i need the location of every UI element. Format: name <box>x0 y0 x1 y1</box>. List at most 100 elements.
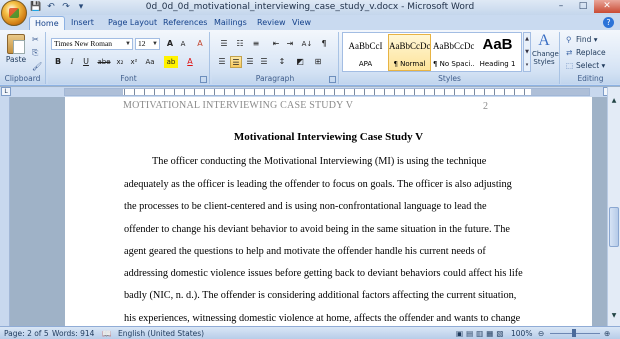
font-color-button[interactable]: A <box>184 56 196 68</box>
line-spacing-button[interactable]: ↕ <box>276 56 288 68</box>
style-sample: AaB <box>482 36 513 53</box>
document-area: MOTIVATIONAL INTERVIEWING CASE STUDY V 2… <box>0 97 607 326</box>
document-page[interactable]: MOTIVATIONAL INTERVIEWING CASE STUDY V 2… <box>65 97 592 326</box>
paragraph-line: his experiences, witnessing domestic vio… <box>124 313 521 324</box>
format-painter-icon[interactable]: 🖌 <box>32 62 42 71</box>
paste-button[interactable]: Paste <box>4 34 28 64</box>
decrease-indent-button[interactable]: ⇤ <box>270 38 282 50</box>
vertical-scrollbar[interactable]: ▲ ▼ <box>607 87 620 326</box>
horizontal-ruler[interactable] <box>64 88 590 96</box>
style-apa[interactable]: AaBbCcI APA <box>344 34 387 71</box>
shrink-font-button[interactable]: A <box>177 38 189 50</box>
ribbon-tabs: Home Insert Page Layout References Maili… <box>0 15 620 30</box>
tab-insert[interactable]: Insert <box>66 16 99 30</box>
scroll-thumb[interactable] <box>609 207 619 247</box>
styles-scroll[interactable]: ▲ ▼ ▾ <box>523 32 531 72</box>
sort-button[interactable]: A↓ <box>300 38 314 50</box>
style-heading-1[interactable]: AaB Heading 1 <box>476 34 519 71</box>
bold-button[interactable]: B <box>52 56 64 68</box>
show-marks-button[interactable]: ¶ <box>318 38 330 50</box>
vertical-ruler <box>0 97 10 326</box>
zoom-slider-thumb[interactable] <box>572 329 576 337</box>
language-status[interactable]: English (United States) <box>118 329 204 338</box>
tab-review[interactable]: Review <box>252 16 291 30</box>
select-button[interactable]: ⬚ Select ▾ <box>566 61 605 70</box>
tab-page-layout[interactable]: Page Layout <box>103 16 162 30</box>
strikethrough-button[interactable]: abe <box>96 56 112 68</box>
binoculars-icon: ⚲ <box>566 35 572 44</box>
paragraph-line: the processes to be client-centered and … <box>124 201 487 212</box>
tab-selector-icon[interactable]: L <box>1 87 11 96</box>
align-left-button[interactable]: ☰ <box>216 56 228 68</box>
styles-group-label: Styles <box>340 74 559 84</box>
subscript-button[interactable]: x₂ <box>114 56 126 68</box>
replace-button[interactable]: ⇄ Replace <box>566 48 606 57</box>
paragraph-line: adequately as the officer is leading the… <box>124 179 512 190</box>
word-count[interactable]: Words: 914 <box>52 329 94 338</box>
style-sample: AaBbCcDc <box>389 41 430 51</box>
underline-button[interactable]: U <box>80 56 92 68</box>
change-styles-icon: A <box>538 32 550 49</box>
clear-formatting-button[interactable]: A <box>194 38 206 50</box>
status-bar: Page: 2 of 5 Words: 914 📖 English (Unite… <box>0 326 620 339</box>
paste-label: Paste <box>5 55 27 64</box>
style-sample: AaBbCcDc <box>433 41 474 51</box>
paragraph-group: ☰ ☷ ≡ ⇤ ⇥ A↓ ¶ ☰ ☰ ☰ ☰ ↕ ◩ ⊞ Paragraph <box>212 32 339 84</box>
minimize-button[interactable]: – <box>550 0 572 13</box>
maximize-button[interactable]: □ <box>572 0 594 13</box>
style-no-spacing[interactable]: AaBbCcDc ¶ No Spaci... <box>432 34 475 71</box>
align-right-button[interactable]: ☰ <box>244 56 256 68</box>
proofing-icon[interactable]: 📖 <box>102 329 111 338</box>
change-styles-button[interactable]: A Change Styles <box>532 32 559 66</box>
font-size-combo[interactable]: 12 ▼ <box>135 38 160 50</box>
paragraph-line: offender to change his deviant behavior … <box>124 224 510 235</box>
window-controls: – □ ✕ <box>550 0 620 13</box>
tab-mailings[interactable]: Mailings <box>209 16 252 30</box>
scroll-down-icon[interactable]: ▼ <box>609 312 619 322</box>
grow-font-button[interactable]: A <box>164 38 176 50</box>
replace-label: Replace <box>576 48 606 57</box>
font-size-value: 12 <box>138 39 146 48</box>
change-case-button[interactable]: Aa <box>143 56 157 68</box>
select-label: Select <box>576 61 600 70</box>
style-name: ¶ No Spaci... <box>433 60 474 68</box>
zoom-in-icon[interactable]: ⊕ <box>604 329 610 338</box>
increase-indent-button[interactable]: ⇥ <box>284 38 296 50</box>
shading-button[interactable]: ◩ <box>294 56 306 68</box>
close-button[interactable]: ✕ <box>594 0 620 13</box>
tab-references[interactable]: References <box>158 16 212 30</box>
style-normal[interactable]: AaBbCcDc ¶ Normal <box>388 34 431 71</box>
scroll-up-icon[interactable]: ▲ <box>609 97 619 107</box>
center-button[interactable]: ☰ <box>230 56 242 68</box>
replace-icon: ⇄ <box>566 48 573 57</box>
justify-button[interactable]: ☰ <box>258 56 270 68</box>
paragraph-group-label: Paragraph <box>212 74 338 84</box>
change-styles-label: Change Styles <box>532 50 559 66</box>
document-title: Motivational Interviewing Case Study V <box>233 131 424 143</box>
paragraph-line: agent geared the questions to help and m… <box>124 246 486 257</box>
cut-icon[interactable]: ✂ <box>32 35 42 44</box>
help-icon[interactable]: ? <box>603 17 614 28</box>
highlight-button[interactable]: ab <box>164 56 178 68</box>
multilevel-list-button[interactable]: ≡ <box>250 38 262 50</box>
find-button[interactable]: ⚲ Find ▾ <box>566 35 598 44</box>
paragraph-dialog-launcher-icon[interactable] <box>329 76 336 83</box>
bullets-button[interactable]: ☰ <box>218 38 230 50</box>
page-count[interactable]: Page: 2 of 5 <box>4 329 49 338</box>
italic-button[interactable]: I <box>66 56 78 68</box>
font-dialog-launcher-icon[interactable] <box>200 76 207 83</box>
numbering-button[interactable]: ☷ <box>234 38 246 50</box>
window-title: 0d_0d_0d_motivational_interviewing_case_… <box>145 2 475 12</box>
superscript-button[interactable]: x² <box>128 56 140 68</box>
zoom-out-icon[interactable]: ⊖ <box>538 329 544 338</box>
view-buttons[interactable]: ▣▤▥▦▧ <box>456 329 506 338</box>
font-name-combo[interactable]: Times New Roman ▼ <box>51 38 133 50</box>
tab-home[interactable]: Home <box>29 16 65 30</box>
office-button[interactable] <box>1 0 27 26</box>
copy-icon[interactable]: ⎘ <box>32 48 42 58</box>
paragraph-line: badly (NIC, n. d.). The offender is cons… <box>124 290 517 301</box>
borders-button[interactable]: ⊞ <box>312 56 324 68</box>
zoom-level[interactable]: 100% <box>511 329 532 338</box>
chevron-down-icon: ▼ <box>152 41 158 47</box>
tab-view[interactable]: View <box>287 16 316 30</box>
